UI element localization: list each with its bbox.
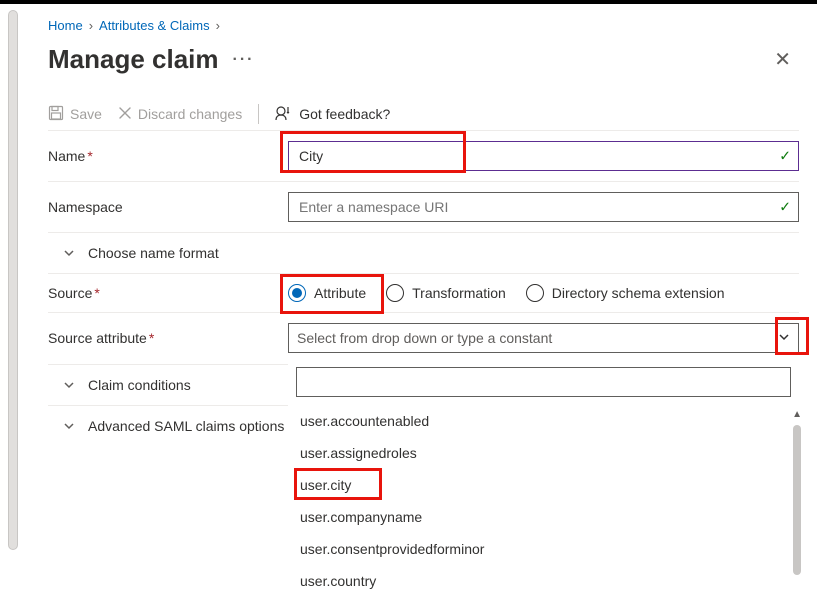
- dropdown-search-input[interactable]: [296, 367, 791, 397]
- chevron-down-icon: [778, 330, 790, 346]
- source-transformation-option-label: Transformation: [412, 285, 506, 301]
- dropdown-item[interactable]: user.assignedroles: [288, 437, 799, 469]
- chevron-down-icon: [62, 247, 76, 259]
- advanced-saml-label: Advanced SAML claims options: [88, 418, 284, 434]
- chevron-right-icon: ›: [216, 18, 220, 33]
- check-icon: ✓: [779, 148, 791, 165]
- scroll-up-arrow-icon: ▲: [792, 409, 802, 420]
- feedback-icon: [275, 105, 293, 124]
- source-directory-option-label: Directory schema extension: [552, 285, 725, 301]
- save-icon: [48, 105, 64, 124]
- dropdown-item[interactable]: user.country: [288, 565, 799, 597]
- toolbar-separator: [258, 104, 259, 124]
- chevron-down-icon: [62, 420, 76, 432]
- feedback-label: Got feedback?: [299, 106, 390, 122]
- name-label: Name: [48, 148, 85, 164]
- left-scroll-rail: [8, 10, 18, 550]
- page-title: Manage claim: [48, 44, 219, 75]
- source-attribute-dropdown[interactable]: Select from drop down or type a constant: [288, 323, 799, 353]
- save-label: Save: [70, 106, 102, 122]
- dropdown-item-user-city[interactable]: user.city: [288, 469, 799, 501]
- dropdown-item[interactable]: user.accountenabled: [288, 405, 799, 437]
- source-label: Source: [48, 285, 92, 301]
- discard-button[interactable]: Discard changes: [118, 106, 242, 123]
- radio-icon: [386, 284, 404, 302]
- close-button[interactable]: ✕: [766, 43, 799, 76]
- required-asterisk: *: [149, 330, 154, 346]
- breadcrumb-attributes[interactable]: Attributes & Claims: [99, 18, 210, 33]
- discard-label: Discard changes: [138, 106, 242, 122]
- required-asterisk: *: [94, 285, 99, 301]
- feedback-button[interactable]: Got feedback?: [275, 105, 390, 124]
- source-radio-attribute[interactable]: Attribute: [288, 284, 366, 302]
- advanced-saml-toggle[interactable]: Advanced SAML claims options: [48, 406, 318, 446]
- close-icon: [118, 106, 132, 123]
- name-input[interactable]: [288, 141, 799, 171]
- check-icon: ✓: [779, 199, 791, 216]
- source-radio-directory[interactable]: Directory schema extension: [526, 284, 725, 302]
- breadcrumb: Home › Attributes & Claims ›: [48, 18, 799, 33]
- save-button[interactable]: Save: [48, 105, 102, 124]
- source-attribute-placeholder: Select from drop down or type a constant: [297, 330, 552, 346]
- breadcrumb-home[interactable]: Home: [48, 18, 83, 33]
- chevron-down-icon: [62, 379, 76, 391]
- source-radio-transformation[interactable]: Transformation: [386, 284, 506, 302]
- source-attribute-option-label: Attribute: [314, 285, 366, 301]
- dropdown-item[interactable]: user.companyname: [288, 501, 799, 533]
- choose-name-format-toggle[interactable]: Choose name format: [48, 233, 799, 274]
- source-attribute-dropdown-panel: ▲ user.accountenabled user.assignedroles…: [288, 357, 799, 597]
- claim-conditions-toggle[interactable]: Claim conditions: [48, 364, 318, 406]
- dropdown-item[interactable]: user.consentprovidedforminor: [288, 533, 799, 565]
- radio-selected-icon: [288, 284, 306, 302]
- source-attribute-label: Source attribute: [48, 330, 147, 346]
- namespace-label: Namespace: [48, 199, 123, 215]
- radio-icon: [526, 284, 544, 302]
- dropdown-list: ▲ user.accountenabled user.assignedroles…: [288, 405, 799, 597]
- more-actions-button[interactable]: ···: [233, 51, 255, 69]
- required-asterisk: *: [87, 148, 92, 164]
- chevron-right-icon: ›: [89, 18, 93, 33]
- claim-conditions-label: Claim conditions: [88, 377, 191, 393]
- choose-name-format-label: Choose name format: [88, 245, 219, 261]
- namespace-input[interactable]: [288, 192, 799, 222]
